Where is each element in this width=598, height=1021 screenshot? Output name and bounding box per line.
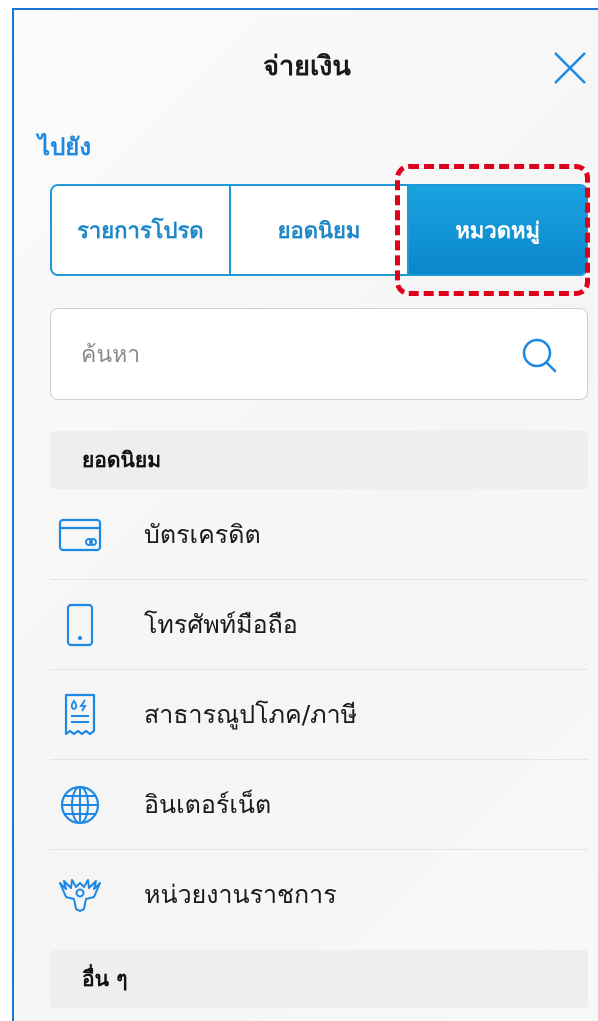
search-input[interactable]: [79, 331, 503, 379]
list-item-label: อินเตอร์เน็ต: [144, 789, 272, 819]
globe-icon: [56, 781, 104, 829]
tab-popular[interactable]: ยอดนิยม: [228, 186, 408, 274]
goto-label: ไปยัง: [38, 133, 92, 161]
list-item-label: โทรศัพท์มือถือ: [144, 609, 298, 639]
credit-card-icon: [56, 511, 104, 559]
list-item-utility[interactable]: สาธารณูปโภค/ภาษี: [50, 670, 588, 760]
list-item-mobile[interactable]: โทรศัพท์มือถือ: [50, 580, 588, 670]
list-item-label: บัตรเครดิต: [144, 519, 261, 549]
category-tabs: รายการโปรด ยอดนิยม หมวดหมู่: [50, 184, 588, 276]
section-header-popular: ยอดนิยม: [50, 431, 588, 489]
close-button[interactable]: [552, 50, 588, 86]
section-header-others: อื่น ๆ: [50, 950, 588, 1008]
list-item-label: สาธารณูปโภค/ภาษี: [144, 699, 358, 729]
list-item-government[interactable]: หน่วยงานราชการ: [50, 850, 588, 940]
government-emblem-icon: [56, 871, 104, 919]
page-title: จ่ายเงิน: [263, 51, 351, 82]
list-item-credit-card[interactable]: บัตรเครดิต: [50, 490, 588, 580]
list-item-internet[interactable]: อินเตอร์เน็ต: [50, 760, 588, 850]
list-item-label: หน่วยงานราชการ: [144, 880, 337, 909]
search-box: [50, 308, 588, 400]
search-icon[interactable]: [519, 335, 559, 375]
tab-categories[interactable]: หมวดหมู่: [407, 186, 586, 274]
payment-panel: จ่ายเงิน ไปยัง รายการโปรด ยอดนิยม หมวดหม…: [12, 8, 598, 1021]
close-icon: [554, 52, 586, 84]
mobile-phone-icon: [56, 601, 104, 649]
tab-favorites[interactable]: รายการโปรด: [52, 186, 229, 274]
utility-bill-icon: [56, 691, 104, 739]
